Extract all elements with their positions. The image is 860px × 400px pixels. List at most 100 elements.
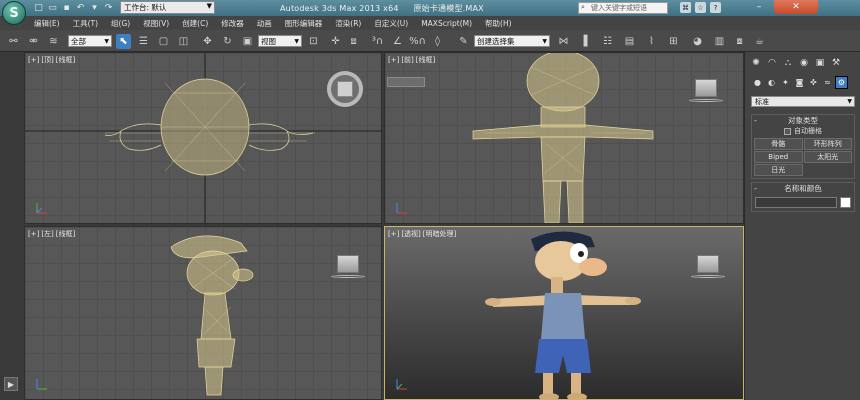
menu-modifiers[interactable]: 修改器 [221, 18, 244, 29]
viewcube-icon[interactable] [697, 255, 719, 273]
viewport-perspective[interactable]: [+] [透视] [明暗处理] [384, 226, 744, 400]
move-icon[interactable]: ✥ [200, 34, 215, 49]
viewcube-icon[interactable] [337, 255, 359, 273]
search-input[interactable]: ⌕ 键入关键字或短语 [578, 2, 668, 14]
lights-icon[interactable]: ✦ [779, 76, 792, 89]
menu-tools[interactable]: 工具(T) [73, 18, 98, 29]
select-object-icon[interactable]: ⬉ [116, 34, 131, 49]
viewcube-face[interactable] [337, 81, 353, 97]
motion-tab-icon[interactable]: ◉ [797, 56, 811, 70]
left-strip: ▶ [0, 52, 24, 400]
app-logo-icon[interactable]: S [2, 1, 26, 25]
viewcube-icon[interactable] [695, 79, 717, 97]
undo-dropdown-icon[interactable]: ▾ [88, 1, 101, 14]
pivot-center-icon[interactable]: ⊡ [306, 34, 321, 49]
rotate-icon[interactable]: ↻ [220, 34, 235, 49]
bind-space-warp-icon[interactable]: ≋ [46, 34, 61, 49]
rectangular-selection-icon[interactable]: ▢ [156, 34, 171, 49]
menu-animation[interactable]: 动画 [257, 18, 272, 29]
render-setup-icon[interactable]: ▥ [712, 34, 727, 49]
helpers-icon[interactable]: ✜ [807, 76, 820, 89]
bones-button[interactable]: 骨骼 [754, 138, 803, 150]
menu-graph-editors[interactable]: 图形编辑器 [285, 18, 323, 29]
shapes-icon[interactable]: ◐ [765, 76, 778, 89]
window-crossing-icon[interactable]: ◫ [176, 34, 191, 49]
select-by-name-icon[interactable]: ☰ [136, 34, 151, 49]
reference-coordinate-dropdown[interactable]: 视图 ▼ [258, 35, 302, 47]
ring-array-button[interactable]: 环形阵列 [803, 138, 852, 150]
sunlight-button[interactable]: 太阳光 [803, 151, 852, 163]
schematic-view-icon[interactable]: ⊞ [666, 34, 681, 49]
space-warps-icon[interactable]: ≈ [821, 76, 834, 89]
close-button[interactable]: ✕ [774, 0, 818, 14]
geometry-icon[interactable]: ● [751, 76, 764, 89]
undo-icon[interactable]: ↶ [74, 1, 87, 14]
display-tab-icon[interactable]: ▣ [813, 56, 827, 70]
viewport-front[interactable]: [+] [前] [线框] [384, 52, 744, 224]
menu-rendering[interactable]: 渲染(R) [335, 18, 361, 29]
unlink-icon[interactable]: ⚮ [26, 34, 41, 49]
viewcube-ring[interactable] [331, 275, 365, 278]
cameras-icon[interactable]: ◙ [793, 76, 806, 89]
viewcube-ring[interactable] [691, 275, 725, 278]
rendered-frame-icon[interactable]: ⧇ [732, 34, 747, 49]
open-file-icon[interactable]: ▭ [46, 1, 59, 14]
biped-button[interactable]: Biped [754, 151, 803, 163]
systems-icon[interactable]: ⚙ [835, 76, 848, 89]
create-tab-icon[interactable]: ✺ [749, 56, 763, 70]
mirror-icon[interactable]: ⋈ [556, 34, 571, 49]
binoculars-icon[interactable]: ⌘ [680, 2, 691, 13]
scale-icon[interactable]: ▣ [240, 34, 255, 49]
character-wireframe-side [170, 235, 254, 396]
object-name-input[interactable] [755, 197, 838, 208]
curve-editor-icon[interactable]: ⌇ [644, 34, 659, 49]
select-link-icon[interactable]: ⚯ [6, 34, 21, 49]
minimize-button[interactable]: – [744, 0, 774, 14]
select-manipulate-icon[interactable]: ✛ [328, 34, 343, 49]
steering-wheel-icon[interactable] [327, 71, 363, 107]
modify-tab-icon[interactable]: ◠ [765, 56, 779, 70]
viewport-top[interactable]: [+] [顶] [线框] [24, 52, 382, 224]
render-production-icon[interactable]: ☕ [752, 34, 767, 49]
viewport-left[interactable]: [+] [左] [线框] [24, 226, 382, 400]
category-dropdown[interactable]: 标准 ▼ [751, 96, 855, 107]
hierarchy-tab-icon[interactable]: ⛬ [781, 56, 795, 70]
align-icon[interactable]: ▐ [576, 34, 591, 49]
daylight-button[interactable]: 日光 [754, 164, 803, 176]
selection-filter-dropdown[interactable]: 全部 ▼ [68, 35, 112, 47]
save-file-icon[interactable]: ▪ [60, 1, 73, 14]
object-color-swatch[interactable] [840, 197, 851, 208]
search-icon: ⌕ [581, 3, 585, 11]
new-file-icon[interactable]: □ [32, 1, 45, 14]
viewcube-ring[interactable] [689, 99, 723, 102]
star-icon[interactable]: ☆ [695, 2, 706, 13]
graphite-toolbar-icon[interactable]: ▤ [622, 34, 637, 49]
menu-create[interactable]: 创建(C) [182, 18, 208, 29]
axis-tripod-icon [396, 379, 407, 390]
chevron-down-icon: ▼ [206, 2, 212, 10]
spinner-snap-icon[interactable]: ◊ [430, 34, 445, 49]
material-editor-icon[interactable]: ◕ [690, 34, 705, 49]
object-type-header[interactable]: - 对象类型 [752, 115, 854, 126]
layer-manager-icon[interactable]: ☷ [600, 34, 615, 49]
menu-group[interactable]: 组(G) [111, 18, 130, 29]
menu-edit[interactable]: 编辑(E) [34, 18, 60, 29]
menu-customize[interactable]: 自定义(U) [374, 18, 408, 29]
keyboard-shortcut-icon[interactable]: ⧈ [346, 34, 361, 49]
help-icon[interactable]: ? [710, 2, 721, 13]
play-icon[interactable]: ▶ [4, 377, 18, 391]
percent-snap-icon[interactable]: %∩ [409, 34, 426, 49]
menu-help[interactable]: 帮助(H) [485, 18, 512, 29]
utilities-tab-icon[interactable]: ⚒ [829, 56, 843, 70]
named-selection-dropdown[interactable]: 创建选择集 ▼ [474, 35, 550, 47]
menu-maxscript[interactable]: MAXScript(M) [421, 19, 472, 28]
redo-icon[interactable]: ↷ [102, 1, 115, 14]
angle-snap-icon[interactable]: ∠ [390, 34, 405, 49]
menu-views[interactable]: 视图(V) [143, 18, 169, 29]
snaps-toggle-icon[interactable]: ³∩ [370, 34, 385, 49]
edit-named-selection-icon[interactable]: ✎ [456, 34, 471, 49]
workspace-dropdown[interactable]: 工作台: 默认 ▼ [120, 1, 215, 14]
axis-tripod-icon [36, 379, 47, 390]
name-color-header[interactable]: - 名称和颜色 [752, 183, 854, 194]
autogrid-checkbox[interactable]: 自动栅格 [752, 126, 854, 136]
